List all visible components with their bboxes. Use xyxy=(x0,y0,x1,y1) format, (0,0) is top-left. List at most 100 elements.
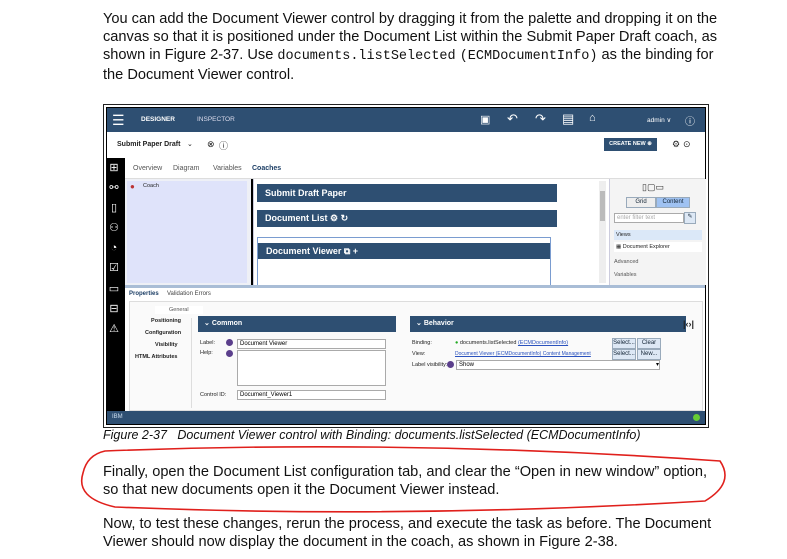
clear-filter-icon[interactable]: ✎ xyxy=(684,212,696,224)
close-circle-icon[interactable]: ⊗ xyxy=(207,139,215,150)
play-icon[interactable]: ⊙ xyxy=(683,139,691,150)
top-bar: ☰ DESIGNER INSPECTOR ▣ ↶ ↷ ▤ ⌂ admin ∨ ⓘ xyxy=(107,108,705,132)
tab-overview[interactable]: Overview xyxy=(133,165,162,172)
code-binding: documents.listSelected xyxy=(277,49,456,64)
control-id-input[interactable]: Document_Viewer1 xyxy=(237,390,386,400)
behavior-title: Behavior xyxy=(423,320,454,327)
coach-item[interactable]: Coach xyxy=(143,183,159,189)
common-title: Common xyxy=(211,320,243,327)
warning-icon[interactable]: ⚠ xyxy=(108,323,120,335)
binding-icon[interactable] xyxy=(447,361,454,368)
binding-select-button[interactable]: Select... xyxy=(612,338,636,349)
coach-canvas: Submit Draft Paper Document List ⚙ ↻ Doc… xyxy=(253,179,610,289)
settings-icon[interactable]: ⚙ ↻ xyxy=(330,213,348,223)
footer-bar: IBM xyxy=(107,411,705,424)
user-menu[interactable]: admin ∨ xyxy=(647,116,671,124)
binding-icon[interactable] xyxy=(226,339,233,346)
designer-tab[interactable]: DESIGNER xyxy=(141,116,175,123)
title-bar: Submit Paper Draft ⌄ ⊗ ⓘ CREATE NEW ⊕ ⚙ … xyxy=(107,132,705,158)
mobile-icon[interactable]: ▯ xyxy=(108,202,120,214)
binding-type-link[interactable]: (ECMDocumentInfo) xyxy=(518,340,568,346)
nav-positioning[interactable]: Positioning xyxy=(151,318,181,324)
tab-properties[interactable]: Properties xyxy=(129,291,159,297)
submit-draft-section[interactable]: Submit Draft Paper xyxy=(257,184,557,202)
process-title: Submit Paper Draft xyxy=(117,141,181,148)
device-icons[interactable]: ▯▢▭ xyxy=(642,182,664,193)
label-label: Label: xyxy=(200,340,215,346)
label-visibility-select[interactable]: Show ▾ xyxy=(456,360,660,370)
tab-variables[interactable]: Variables xyxy=(213,165,242,172)
nav-visibility[interactable]: Visibility xyxy=(155,342,178,348)
tab-row: Overview Diagram Variables Coaches xyxy=(125,158,705,179)
tab-validation-errors[interactable]: Validation Errors xyxy=(167,291,211,297)
control-id-label: Control ID: xyxy=(200,392,227,398)
behavior-header[interactable]: ⌄ Behavior xyxy=(410,316,686,332)
team-icon[interactable]: ⚇ xyxy=(108,222,120,234)
nav-general[interactable]: General xyxy=(155,306,203,314)
nav-configuration[interactable]: Configuration xyxy=(145,330,181,336)
common-header[interactable]: ⌄ Common xyxy=(198,316,396,332)
info-circle-icon[interactable]: ⓘ xyxy=(219,139,228,152)
tab-diagram[interactable]: Diagram xyxy=(173,165,199,172)
content-label: Content xyxy=(662,199,684,205)
binding-label: Binding: xyxy=(412,340,432,346)
document-list-control[interactable]: Document List ⚙ ↻ xyxy=(257,210,557,227)
nav-html-attributes[interactable]: HTML Attributes xyxy=(135,354,177,360)
binding-value: ● documents.listSelected (ECMDocumentInf… xyxy=(455,340,569,346)
palette-item-label: Document Explorer xyxy=(622,244,670,250)
toolbox-icon[interactable]: ⊟ xyxy=(108,303,120,315)
check-icon[interactable]: ☑ xyxy=(108,262,120,274)
view-link[interactable]: Document Viewer (ECMDocumentInfo) Conten… xyxy=(455,351,591,357)
save-icon[interactable]: ▤ xyxy=(562,111,574,127)
inspector-tab[interactable]: INSPECTOR xyxy=(197,116,235,123)
ibm-logo: IBM xyxy=(112,414,123,420)
test-paragraph: Now, to test these changes, rerun the pr… xyxy=(103,516,712,550)
label-input[interactable]: Document Viewer xyxy=(237,339,386,349)
binding-variable: documents.listSelected xyxy=(459,340,517,346)
code-type: (ECMDocumentInfo) xyxy=(459,49,598,64)
flow-icon[interactable]: ⚯ xyxy=(108,182,120,194)
undo-icon[interactable]: ↶ xyxy=(507,111,518,127)
settings-icon[interactable]: ⚙ xyxy=(672,139,680,150)
home-icon[interactable]: ⌂ xyxy=(589,112,596,124)
view-select-button[interactable]: Select... xyxy=(612,349,636,360)
overview-icon[interactable]: ⊞ xyxy=(108,162,120,174)
views-section[interactable]: Views xyxy=(614,230,702,240)
folder-side-icon[interactable]: ▭ xyxy=(108,283,120,295)
intro-paragraph: You can add the Document Viewer control … xyxy=(103,10,723,84)
document-viewer-label: Document Viewer xyxy=(266,246,342,256)
chevron-down-icon[interactable]: ⌄ xyxy=(187,140,193,148)
coach-icon: ● xyxy=(130,182,135,191)
document-list-label: Document List xyxy=(265,213,328,223)
content-radio[interactable]: Content xyxy=(656,197,690,208)
label-visibility-value: Show xyxy=(459,362,475,368)
redo-icon[interactable]: ↷ xyxy=(535,111,546,127)
binding-icon[interactable] xyxy=(226,350,233,357)
folder-icon[interactable]: ▣ xyxy=(480,113,490,126)
variables-section[interactable]: Variables xyxy=(614,272,637,278)
grid-radio[interactable]: Grid xyxy=(626,197,656,208)
palette-item[interactable]: ▦ Document Explorer xyxy=(614,242,702,252)
instruction-paragraph: Finally, open the Document List configur… xyxy=(103,464,708,498)
canvas-scrollbar[interactable] xyxy=(599,181,606,283)
view-new-button[interactable]: New... xyxy=(637,349,661,360)
external-link-icon[interactable]: ⧉ + xyxy=(344,246,358,256)
figure-caption: Figure 2-37 Document Viewer control with… xyxy=(103,428,641,442)
binding-clear-button[interactable]: Clear xyxy=(637,338,661,349)
help-textarea[interactable] xyxy=(237,350,386,386)
advanced-section[interactable]: Advanced xyxy=(614,259,638,265)
create-new-button[interactable]: CREATE NEW ⊕ xyxy=(604,138,657,151)
figure-screenshot: ☰ DESIGNER INSPECTOR ▣ ↶ ↷ ▤ ⌂ admin ∨ ⓘ… xyxy=(103,104,709,428)
filter-input[interactable]: enter filter text xyxy=(614,213,684,223)
menu-icon[interactable]: ☰ xyxy=(112,112,125,129)
properties-panel: Properties Validation Errors General Pos… xyxy=(125,288,705,411)
coach-list: ● Coach xyxy=(125,179,251,285)
document-viewer-control[interactable]: Document Viewer ⧉ + xyxy=(257,237,551,289)
status-icon xyxy=(693,414,700,421)
view-label: View: xyxy=(412,351,426,357)
tab-coaches[interactable]: Coaches xyxy=(252,165,281,172)
info-icon[interactable]: ⓘ xyxy=(685,113,695,128)
expand-icon[interactable]: |‹›| xyxy=(683,319,694,329)
help-label: Help: xyxy=(200,350,213,356)
chart-icon[interactable]: ◔ xyxy=(108,242,120,254)
